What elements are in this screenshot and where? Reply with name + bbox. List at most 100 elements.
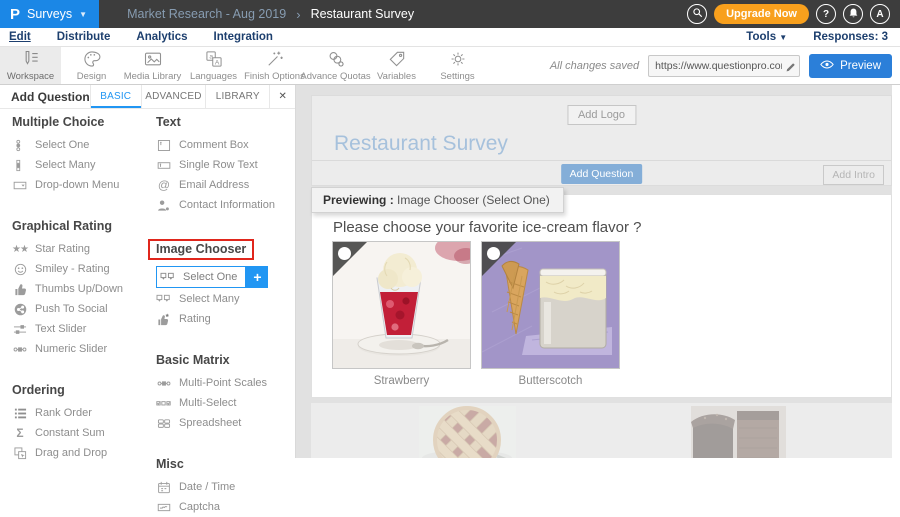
option-card-strawberry[interactable]: Strawberry — [332, 241, 471, 387]
toolbar-workspace[interactable]: Workspace — [0, 47, 61, 84]
qtype-dropdown-menu[interactable]: Drop-down Menu — [12, 175, 132, 195]
toolbar-advance-quotas[interactable]: Advance Quotas — [305, 47, 366, 84]
section-title-image-chooser: Image Chooser — [156, 239, 295, 260]
avatar[interactable]: A — [870, 4, 890, 24]
qtype-numeric-slider[interactable]: Numeric Slider — [12, 339, 132, 359]
survey-canvas: Add Logo Restaurant Survey Add Question … — [296, 85, 900, 458]
qtype-multi-select[interactable]: Multi-Select — [156, 393, 295, 413]
tab-library[interactable]: LIBRARY — [205, 85, 269, 108]
section-title-multiple-choice: Multiple Choice — [12, 115, 132, 129]
qtype-email-address[interactable]: @ Email Address — [156, 175, 295, 195]
section-title-graphical-rating: Graphical Rating — [12, 219, 132, 233]
menu-edit[interactable]: Edit — [9, 31, 31, 43]
previewing-tab: Previewing : Image Chooser (Select One) — [311, 187, 564, 213]
question-text: Please choose your favorite ice-cream fl… — [333, 219, 641, 236]
qtype-drag-and-drop[interactable]: Drag and Drop — [12, 443, 132, 463]
qtype-spreadsheet[interactable]: Spreadsheet — [156, 413, 295, 433]
breadcrumb-separator-icon: › — [296, 7, 300, 22]
toolbar-settings[interactable]: Settings — [427, 47, 488, 84]
qtype-select-one[interactable]: Select One — [12, 135, 132, 155]
surveys-menu[interactable]: P Surveys ▼ — [0, 0, 99, 28]
previewing-value: Image Chooser (Select One) — [397, 193, 550, 207]
tools-menu[interactable]: Tools ▼ — [746, 31, 787, 43]
option-image-strawberry[interactable] — [332, 241, 471, 369]
qtype-text-slider[interactable]: Text Slider — [12, 319, 132, 339]
qtype-push-to-social[interactable]: Push To Social — [12, 299, 132, 319]
comment-box-icon — [156, 139, 172, 152]
qtype-date-time[interactable]: Date / Time — [156, 477, 295, 497]
notifications-button[interactable] — [843, 4, 863, 24]
qtype-thumbs-up-down[interactable]: Thumbs Up/Down — [12, 279, 132, 299]
media-library-icon — [143, 49, 163, 69]
section-title-text: Text — [156, 115, 295, 129]
pen-list-icon — [21, 49, 41, 69]
add-question-panel: Add Question BASIC ADVANCED LIBRARY ✕ Mu… — [0, 85, 296, 458]
qtype-rank-order[interactable]: Rank Order — [12, 403, 132, 423]
tab-basic[interactable]: BASIC — [90, 85, 141, 108]
red-highlight-box: Image Chooser — [148, 239, 254, 260]
share-url-box — [648, 55, 800, 77]
radio-icon[interactable] — [338, 247, 351, 260]
numeric-slider-icon — [12, 343, 28, 356]
toolbar-finish-options[interactable]: Finish Options — [244, 47, 305, 84]
breadcrumb: Market Research - Aug 2019 › Restaurant … — [127, 7, 414, 22]
panel-title: Add Question — [0, 85, 90, 108]
close-icon[interactable]: ✕ — [269, 85, 295, 108]
upgrade-now-button[interactable]: Upgrade Now — [714, 4, 809, 24]
qtype-image-select-one[interactable]: Select One — [156, 266, 246, 288]
radio-icon[interactable] — [487, 247, 500, 260]
share-url-input[interactable] — [648, 55, 800, 77]
section-title-basic-matrix: Basic Matrix — [156, 353, 295, 367]
edit-pencil-icon[interactable] — [785, 60, 796, 78]
help-button[interactable]: ? — [816, 4, 836, 24]
preview-button[interactable]: Preview — [809, 54, 892, 78]
qtype-star-rating[interactable]: ★★ Star Rating — [12, 239, 132, 259]
chevron-down-icon: ▼ — [79, 10, 87, 19]
survey-title[interactable]: Restaurant Survey — [334, 132, 508, 156]
qtype-image-select-many[interactable]: Select Many — [156, 289, 295, 309]
option-card-butterscotch[interactable]: Butterscotch — [481, 241, 620, 387]
share-icon — [12, 303, 28, 316]
option-label: Strawberry — [332, 375, 471, 387]
menu-distribute[interactable]: Distribute — [57, 31, 111, 43]
qtype-smiley-rating[interactable]: Smiley - Rating — [12, 259, 132, 279]
at-icon: @ — [156, 178, 172, 192]
eye-icon — [820, 60, 834, 72]
topbar: P Surveys ▼ Market Research - Aug 2019 ›… — [0, 0, 900, 28]
toolbar-variables[interactable]: Variables — [366, 47, 427, 84]
canvas-scroll-gutter[interactable] — [892, 85, 900, 458]
add-question-button[interactable]: Add Question — [561, 164, 643, 184]
image-options: Strawberry — [332, 241, 620, 387]
rank-order-icon — [12, 407, 28, 420]
question-preview-panel: Previewing : Image Chooser (Select One) … — [311, 194, 892, 398]
tab-advanced[interactable]: ADVANCED — [141, 85, 205, 108]
toolbar-media-library[interactable]: Media Library — [122, 47, 183, 84]
qtype-contact-information[interactable]: Contact Information — [156, 195, 295, 215]
toolbar-languages[interactable]: aA Languages — [183, 47, 244, 84]
thumb-star-icon — [156, 313, 172, 326]
survey-toolbar: Workspace Design Media Library aA Langua… — [0, 47, 900, 85]
contact-icon — [156, 199, 172, 212]
breadcrumb-parent[interactable]: Market Research - Aug 2019 — [127, 7, 286, 21]
toolbar-design[interactable]: Design — [61, 47, 122, 84]
add-logo-button[interactable]: Add Logo — [567, 105, 636, 125]
gear-icon — [448, 49, 468, 69]
option-image-butterscotch[interactable] — [481, 241, 620, 369]
qtype-captcha[interactable]: Captcha — [156, 497, 295, 517]
smiley-icon — [12, 263, 28, 276]
text-slider-icon — [12, 323, 28, 336]
add-image-select-one-button[interactable]: + — [246, 266, 268, 288]
qtype-constant-sum[interactable]: Σ Constant Sum — [12, 423, 132, 443]
qtype-multi-point-scales[interactable]: Multi-Point Scales — [156, 373, 295, 393]
menu-integration[interactable]: Integration — [214, 31, 273, 43]
qtype-select-many[interactable]: Select Many — [12, 155, 132, 175]
responses-count[interactable]: Responses: 3 — [813, 31, 888, 43]
multi-point-icon — [156, 377, 172, 390]
qtype-image-rating[interactable]: Rating — [156, 309, 295, 329]
menu-analytics[interactable]: Analytics — [136, 31, 187, 43]
qtype-single-row-text[interactable]: Single Row Text — [156, 155, 295, 175]
add-intro-button[interactable]: Add Intro — [823, 165, 884, 185]
qtype-comment-box[interactable]: Comment Box — [156, 135, 295, 155]
section-title-ordering: Ordering — [12, 383, 132, 397]
search-button[interactable] — [687, 4, 707, 24]
